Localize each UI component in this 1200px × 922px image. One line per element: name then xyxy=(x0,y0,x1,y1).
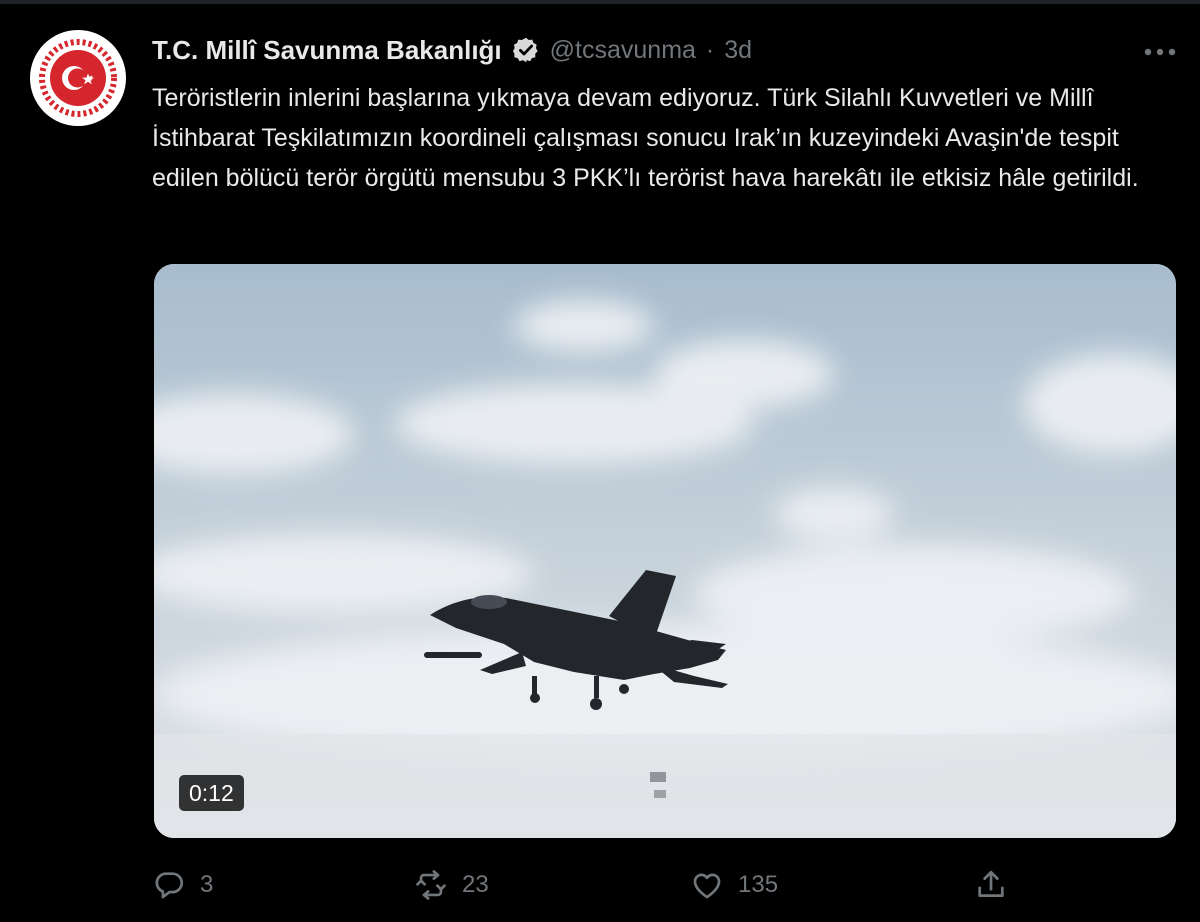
avatar[interactable] xyxy=(30,30,126,126)
tweet-text: Teröristlerin inlerini başlarına yıkmaya… xyxy=(152,84,1139,192)
reply-icon xyxy=(152,868,186,902)
tweet-timestamp[interactable]: 3d xyxy=(724,36,752,65)
share-button[interactable] xyxy=(974,862,1008,908)
retweet-icon xyxy=(414,868,448,902)
video-duration-badge: 0:12 xyxy=(179,775,244,811)
verified-badge-icon xyxy=(512,36,540,64)
display-name[interactable]: T.C. Millî Savunma Bakanlığı xyxy=(152,35,502,66)
share-icon xyxy=(974,868,1008,902)
tweet-actions: 3 23 135 xyxy=(152,862,1192,908)
header-separator: · xyxy=(705,35,715,64)
tweet-video[interactable]: 0:12 xyxy=(154,264,1176,838)
reply-count: 3 xyxy=(200,871,214,898)
like-count: 135 xyxy=(738,871,779,898)
more-options-icon[interactable] xyxy=(1140,38,1180,66)
retweet-count: 23 xyxy=(462,871,489,898)
tweet-header: T.C. Millî Savunma Bakanlığı @tcsavunma … xyxy=(152,32,752,68)
tweet[interactable]: T.C. Millî Savunma Bakanlığı @tcsavunma … xyxy=(0,0,1200,922)
fighter-jet-video-frame xyxy=(154,264,1176,838)
user-handle[interactable]: @tcsavunma xyxy=(550,36,696,65)
like-button[interactable]: 135 xyxy=(690,862,778,908)
like-icon xyxy=(690,868,724,902)
retweet-button[interactable]: 23 xyxy=(414,862,489,908)
reply-button[interactable]: 3 xyxy=(152,862,213,908)
ministry-emblem-icon xyxy=(32,32,124,124)
